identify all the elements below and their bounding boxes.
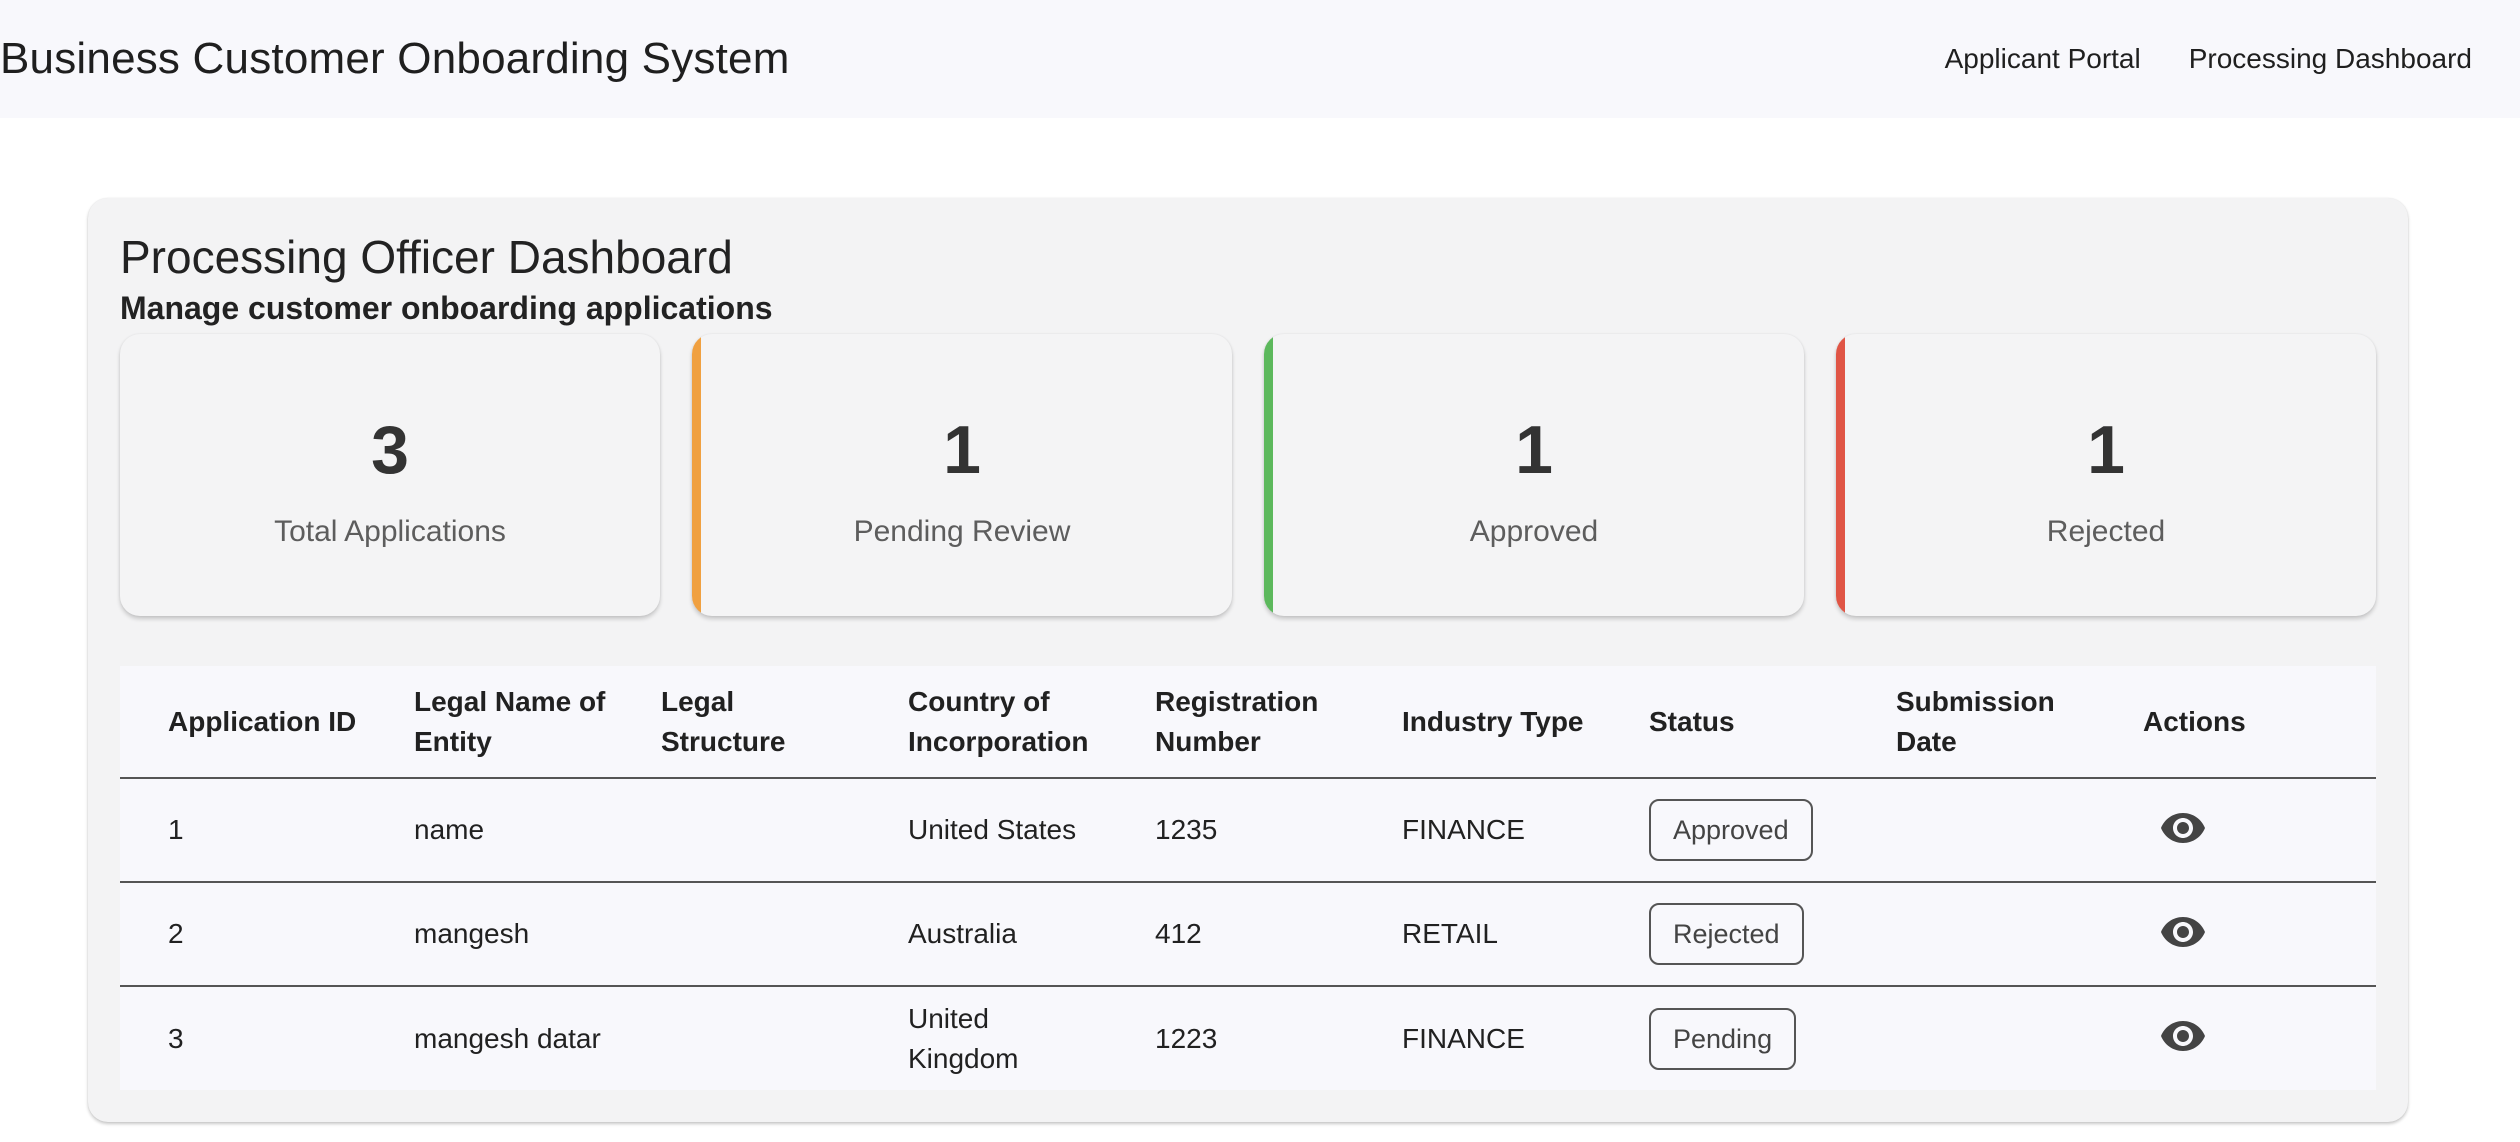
cell-status: Rejected [1601,882,1848,987]
col-country: Country of Incorporation [860,666,1107,779]
cell-actions [2095,986,2376,1090]
cell-industry: FINANCE [1402,1022,1525,1054]
table-header: Application ID Legal Name of Entity Lega… [120,666,2376,779]
cell-date [1848,882,2095,987]
stat-value: 3 [371,412,409,488]
header-row: Application ID Legal Name of Entity Lega… [120,666,2376,779]
table-row: 2 mangesh Australia 412 RETAIL Rejected [120,882,2376,987]
stat-card-rejected: 1 Rejected [1836,334,2376,616]
cell-id: 1 [120,778,366,883]
cell-date [1848,778,2095,883]
view-button[interactable] [2153,798,2213,858]
cell-name: mangesh [366,882,613,987]
cell-structure [613,778,860,883]
app-title: Business Customer Onboarding System [0,34,790,83]
cell-industry: FINANCE [1354,778,1601,883]
status-badge: Approved [1649,799,1813,861]
col-registration-number: Registration Number [1107,666,1354,779]
stat-value: 1 [2087,412,2125,488]
cell-status: Approved [1601,778,1848,883]
table-row: 1 name United States 1235 FINANCE Approv… [120,778,2376,883]
page-subtitle: Manage customer onboarding applications [120,290,773,326]
cell-registration: 1235 [1107,778,1354,883]
cell-name: mangesh datar [414,1022,601,1054]
eye-icon [2161,1021,2205,1051]
col-industry-type: Industry Type [1354,666,1601,779]
table-row: 3 mangesh datar United Kingdom 1223 FINA… [120,986,2376,1090]
stat-label: Pending Review [853,515,1071,548]
stat-card-pending: 1 Pending Review [692,334,1232,616]
stat-accent-bar [120,334,129,616]
status-badge: Pending [1649,1007,1797,1070]
cell-status: Pending [1601,986,1848,1090]
page-title: Processing Officer Dashboard [120,231,733,283]
stat-value: 1 [1515,412,1553,488]
col-actions: Actions [2095,666,2376,779]
cell-actions [2095,882,2376,987]
applications-table: Application ID Legal Name of Entity Lega… [120,666,2376,1090]
cell-date [1848,986,2095,1090]
view-button[interactable] [2153,902,2213,962]
cell-industry: RETAIL [1354,882,1601,987]
cell-registration: 1223 [1155,1022,1218,1054]
col-submission-date: Submission Date [1848,666,2095,779]
cell-country: United States [860,778,1107,883]
stat-card-total: 3 Total Applications [120,334,660,616]
stat-accent-bar [1836,334,1845,616]
table-body: 1 name United States 1235 FINANCE Approv… [120,778,2376,1090]
stat-label: Total Applications [274,515,506,548]
app-header: Business Customer Onboarding System Appl… [0,0,2520,118]
cell-registration: 412 [1107,882,1354,987]
stat-accent-bar [1264,334,1273,616]
col-status: Status [1601,666,1848,779]
dashboard-panel: Processing Officer Dashboard Manage cust… [88,198,2408,1122]
table: Application ID Legal Name of Entity Lega… [120,666,2376,1090]
stat-card-approved: 1 Approved [1264,334,1804,616]
cell-actions [2095,778,2376,883]
nav-applicant-portal[interactable]: Applicant Portal [1945,43,2141,75]
cell-structure [613,882,860,987]
col-legal-name: Legal Name of Entity [366,666,613,779]
col-legal-structure: Legal Structure [613,666,860,779]
cell-country: United Kingdom [908,1002,1019,1074]
eye-icon [2161,916,2205,947]
col-application-id: Application ID [120,666,366,779]
cell-id: 2 [120,882,366,987]
top-nav: Applicant Portal Processing Dashboard [1945,43,2520,75]
status-badge: Rejected [1649,903,1804,965]
stat-label: Rejected [2046,515,2166,548]
stat-value: 1 [943,412,981,488]
stats-row: 3 Total Applications 1 Pending Review 1 … [120,334,2376,616]
view-button[interactable] [2153,1006,2213,1066]
cell-id: 3 [168,1022,184,1054]
stat-accent-bar [692,334,701,616]
cell-country: Australia [860,882,1107,987]
eye-icon [2161,812,2205,843]
nav-processing-dashboard[interactable]: Processing Dashboard [2189,43,2472,75]
cell-structure [613,986,860,1090]
cell-name: name [366,778,613,883]
stat-label: Approved [1469,515,1599,548]
